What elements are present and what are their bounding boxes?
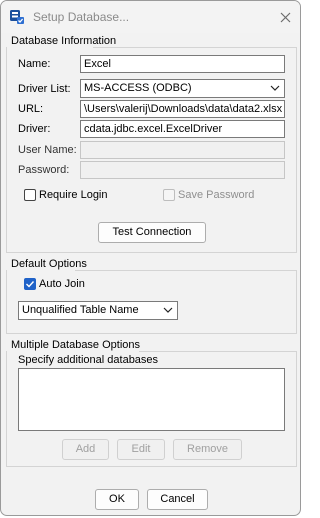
user-name-label: User Name:	[18, 144, 77, 156]
password-field[interactable]	[80, 161, 285, 179]
table-name-mode-select[interactable]: Unqualified Table Name	[18, 301, 178, 320]
password-label: Password:	[18, 164, 70, 176]
save-password-checkbox[interactable]	[163, 189, 175, 201]
database-information-label: Database Information	[11, 35, 117, 47]
cancel-button[interactable]: Cancel	[147, 489, 208, 510]
url-field[interactable]: \Users\valerij\Downloads\data\data2.xlsx	[80, 100, 285, 118]
driver-label: Driver:	[18, 123, 51, 135]
user-name-field[interactable]	[80, 141, 285, 159]
close-icon	[280, 12, 290, 22]
default-options-label: Default Options	[11, 258, 87, 270]
specify-additional-label: Specify additional databases	[18, 354, 159, 366]
test-connection-button[interactable]: Test Connection	[98, 222, 206, 243]
driver-list-value: MS-ACCESS (ODBC)	[84, 82, 192, 94]
require-login-label: Require Login	[39, 189, 108, 201]
window-title: Setup Database...	[33, 10, 130, 24]
driver-field[interactable]: cdata.jdbc.excel.ExcelDriver	[80, 120, 285, 138]
save-password-label: Save Password	[178, 189, 255, 201]
require-login-checkbox[interactable]	[24, 189, 36, 201]
ok-button[interactable]: OK	[95, 489, 139, 510]
add-button[interactable]: Add	[62, 439, 109, 460]
name-label: Name:	[18, 58, 51, 70]
multiple-database-options-label: Multiple Database Options	[11, 339, 141, 351]
remove-button[interactable]: Remove	[173, 439, 242, 460]
checkmark-icon	[26, 281, 35, 288]
url-label: URL:	[18, 103, 44, 115]
driver-list-label: Driver List:	[18, 83, 71, 95]
additional-databases-list[interactable]	[18, 368, 285, 431]
driver-list-select[interactable]: MS-ACCESS (ODBC)	[80, 79, 285, 98]
title-bar: Setup Database...	[1, 1, 300, 33]
edit-button[interactable]: Edit	[117, 439, 165, 460]
close-button[interactable]	[274, 6, 296, 28]
chevron-down-icon	[270, 85, 280, 91]
chevron-down-icon	[163, 307, 173, 313]
auto-join-checkbox[interactable]	[24, 278, 36, 290]
setup-database-dialog: Setup Database... Database Information N…	[0, 0, 301, 516]
database-icon	[10, 10, 24, 24]
auto-join-label: Auto Join	[39, 278, 85, 290]
name-field[interactable]: Excel	[80, 55, 285, 73]
table-name-mode-value: Unqualified Table Name	[22, 304, 139, 316]
